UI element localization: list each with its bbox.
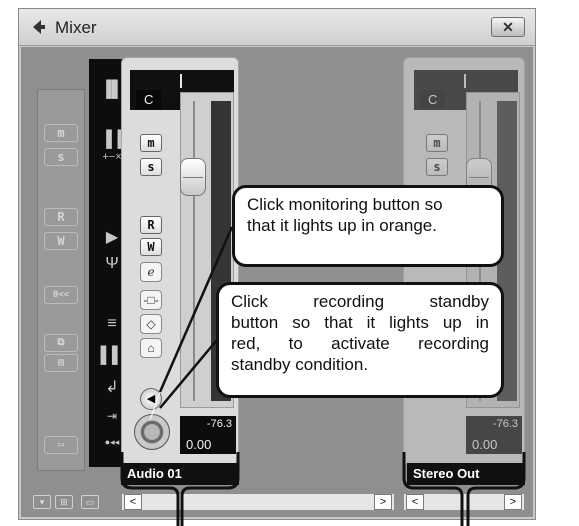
record-callout-line-2: button so that it lights up in [231,313,489,332]
record-callout-line-1: Click recording standby [231,292,489,311]
monitor-callout-line-1: Click monitoring button so [247,195,443,214]
record-callout-line-4: standby condition. [231,355,369,374]
record-callout: Click recording standby button so that i… [216,282,504,398]
monitor-callout-line-2: that it lights up in orange. [247,216,437,235]
record-callout-line-3: red, to activate recording [231,334,489,353]
monitor-callout: Click monitoring button so that it light… [232,185,504,267]
